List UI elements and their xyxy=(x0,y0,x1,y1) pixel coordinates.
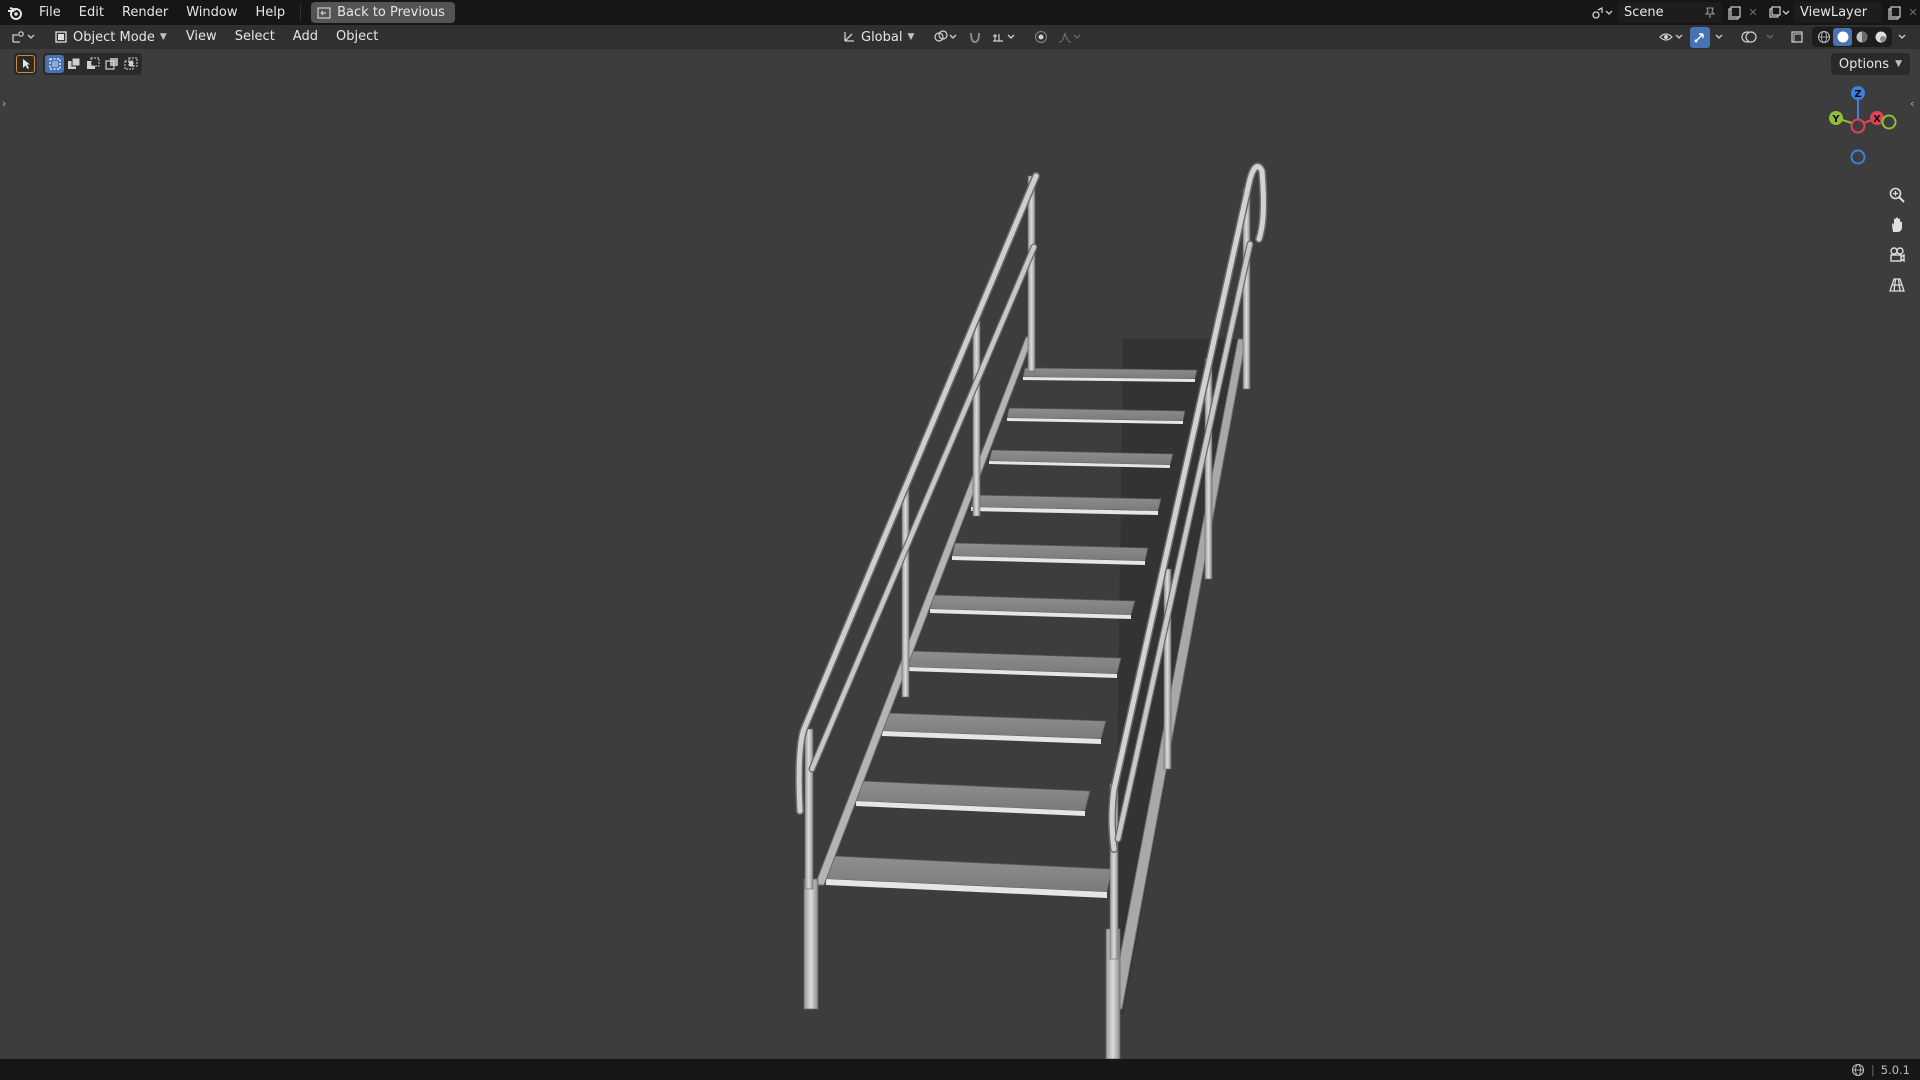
chevron-down-icon: ▼ xyxy=(907,32,915,42)
overlays-dropdown-chevron-icon[interactable] xyxy=(1764,27,1776,48)
gizmo-toggle-icon[interactable] xyxy=(1690,26,1710,48)
gizmo-y-label: Y xyxy=(1831,114,1840,125)
zoom-icon[interactable] xyxy=(1883,181,1911,209)
scene-selector: Scene ✕ xyxy=(1586,2,1760,23)
scene-name: Scene xyxy=(1624,5,1664,20)
falloff-icon[interactable] xyxy=(1056,27,1084,48)
back-to-previous-label: Back to Previous xyxy=(337,5,445,20)
selection-mode-group xyxy=(43,53,142,75)
navigation-gizmo[interactable]: Z Y X xyxy=(1826,82,1916,172)
transform-tools: Global ▼ xyxy=(838,25,1084,49)
view-layer-name-field[interactable]: ViewLayer xyxy=(1794,2,1882,23)
status-separator: | xyxy=(1870,1062,1875,1077)
menu-window[interactable]: Window xyxy=(177,0,246,25)
editor-type-icon[interactable] xyxy=(6,27,42,48)
menu-add[interactable]: Add xyxy=(284,25,327,49)
new-view-layer-icon[interactable] xyxy=(1882,2,1906,23)
chevron-down-icon: ▼ xyxy=(1895,59,1902,69)
menu-select[interactable]: Select xyxy=(226,25,284,49)
toolbar-expand-arrow-icon[interactable]: › xyxy=(2,97,6,110)
rendered-shading-icon[interactable] xyxy=(1871,28,1890,46)
intersect-selection-icon[interactable] xyxy=(121,55,140,73)
select-tool-icon[interactable] xyxy=(16,55,35,73)
shading-mode-group xyxy=(1812,27,1892,47)
gizmo-z-label: Z xyxy=(1854,89,1861,100)
orientation-global-icon xyxy=(844,32,854,42)
gizmo-x-label: X xyxy=(1873,114,1881,125)
staircase-model[interactable] xyxy=(0,49,1920,1059)
invert-selection-icon[interactable] xyxy=(102,55,121,73)
status-bar: | 5.0.1 xyxy=(0,1059,1920,1080)
options-dropdown[interactable]: Options ▼ xyxy=(1830,53,1910,75)
network-globe-icon[interactable] xyxy=(1851,1063,1865,1077)
view-layer-name: ViewLayer xyxy=(1800,5,1868,20)
blender-logo-icon[interactable] xyxy=(0,0,30,25)
delete-view-layer-icon[interactable]: ✕ xyxy=(1906,2,1920,23)
pivot-point-icon[interactable] xyxy=(930,27,962,48)
3d-viewport[interactable]: › ‹ Z Y X xyxy=(0,49,1920,1059)
viewport-display-tools xyxy=(1656,25,1910,49)
chevron-down-icon: ▼ xyxy=(159,32,167,42)
top-menu-bar: File Edit Render Window Help Back to Pre… xyxy=(0,0,1920,25)
scene-name-field[interactable]: Scene xyxy=(1618,2,1722,23)
object-mode-icon xyxy=(55,31,67,43)
pin-icon[interactable] xyxy=(1704,6,1716,19)
subtract-selection-icon[interactable] xyxy=(83,55,102,73)
pan-hand-icon[interactable] xyxy=(1883,211,1911,239)
version-label: 5.0.1 xyxy=(1880,1062,1910,1077)
shading-dropdown-chevron-icon[interactable] xyxy=(1894,27,1910,48)
gizmo-neg-y-handle[interactable] xyxy=(1881,114,1897,130)
menu-render[interactable]: Render xyxy=(113,0,177,25)
active-tool-box xyxy=(14,53,37,75)
object-mode-label: Object Mode xyxy=(73,29,155,45)
transform-orientation-label: Global xyxy=(861,29,903,45)
object-mode-dropdown[interactable]: Object Mode ▼ xyxy=(48,27,173,47)
scene-browse-icon[interactable] xyxy=(1586,2,1618,23)
set-new-selection-icon[interactable] xyxy=(45,55,64,73)
perspective-grid-icon[interactable] xyxy=(1883,271,1911,299)
transform-orientation-dropdown[interactable]: Global ▼ xyxy=(838,30,918,45)
material-preview-shading-icon[interactable] xyxy=(1852,28,1871,46)
gizmo-dropdown-chevron-icon[interactable] xyxy=(1712,27,1726,48)
menu-edit[interactable]: Edit xyxy=(70,0,113,25)
camera-icon[interactable] xyxy=(1883,241,1911,269)
view-layer-browse-icon[interactable] xyxy=(1764,2,1794,23)
wireframe-shading-icon[interactable] xyxy=(1814,28,1833,46)
visibility-icon[interactable] xyxy=(1656,27,1688,48)
gizmo-neg-x-handle[interactable] xyxy=(1850,118,1866,134)
proportional-editing-icon[interactable] xyxy=(1030,27,1052,48)
viewport-header: Object Mode ▼ View Select Add Object Glo… xyxy=(0,25,1920,49)
snap-target-icon[interactable] xyxy=(988,27,1020,48)
new-scene-icon[interactable] xyxy=(1722,2,1746,23)
tool-settings-row xyxy=(14,53,142,75)
menu-file[interactable]: File xyxy=(30,0,70,25)
gizmo-neg-z-handle[interactable] xyxy=(1850,149,1866,165)
view-layer-selector: ViewLayer ✕ xyxy=(1764,2,1920,23)
fullscreen-back-icon xyxy=(317,6,331,19)
menu-help[interactable]: Help xyxy=(247,0,295,25)
delete-scene-icon[interactable]: ✕ xyxy=(1746,2,1760,23)
menu-object[interactable]: Object xyxy=(327,25,387,49)
options-label: Options xyxy=(1838,56,1890,72)
menu-view[interactable]: View xyxy=(177,25,226,49)
solid-shading-icon[interactable] xyxy=(1833,28,1852,46)
back-to-previous-button[interactable]: Back to Previous xyxy=(311,2,455,23)
extend-selection-icon[interactable] xyxy=(64,55,83,73)
snap-icon[interactable] xyxy=(966,27,984,48)
xray-toggle-icon[interactable] xyxy=(1784,27,1810,48)
menu-separator xyxy=(300,4,302,21)
overlays-icon[interactable] xyxy=(1736,27,1762,48)
